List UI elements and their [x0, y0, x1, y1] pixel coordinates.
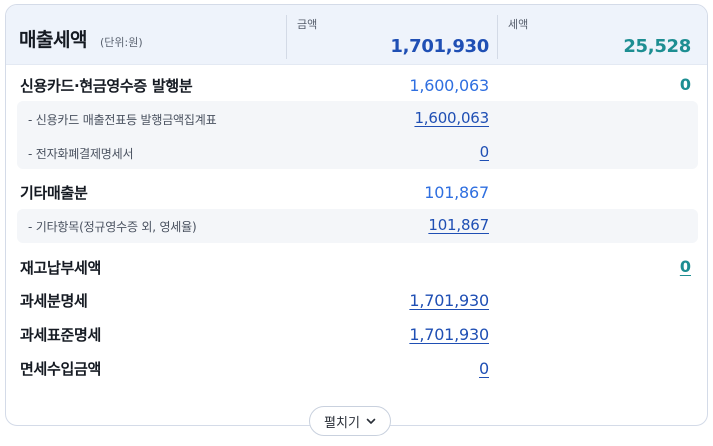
sales-tax-card: 매출세액 (단위:원) 금액 1,701,930 세액 25,528 신용카드·… [5, 4, 708, 426]
expand-button[interactable]: 펼치기 [309, 406, 391, 436]
card-header: 매출세액 (단위:원) 금액 1,701,930 세액 25,528 [6, 5, 707, 65]
card-title: 매출세액 [19, 29, 87, 51]
amount-column-label: 금액 [297, 18, 318, 31]
unit-label: (단위:원) [100, 36, 143, 49]
exempt-income-amount-link[interactable]: 0 [479, 359, 489, 378]
card-cash-amount: 1,600,063 [409, 76, 489, 95]
inventory-tax-link[interactable]: 0 [680, 257, 691, 276]
other-sub-amount-link[interactable]: 101,867 [428, 216, 489, 234]
sub-row-label-emoney: - 전자화폐결제명세서 [28, 147, 134, 161]
card-cash-tax: 0 [679, 75, 691, 94]
emoney-amount-link[interactable]: 0 [480, 143, 490, 161]
total-tax: 25,528 [623, 36, 691, 57]
tax-column-label: 세액 [508, 18, 529, 31]
card-sub-amount-link[interactable]: 1,600,063 [414, 109, 489, 127]
sub-row-label-card: - 신용카드 매출전표등 발행금액집계표 [28, 113, 217, 127]
row-label-taxable-detail: 과세분명세 [20, 292, 88, 310]
row-label-other-sales: 기타매출분 [20, 184, 88, 202]
expand-button-label: 펼치기 [324, 415, 360, 431]
row-label-standard-detail: 과세표준명세 [20, 326, 102, 344]
standard-detail-amount-link[interactable]: 1,701,930 [409, 325, 489, 344]
row-label-inventory-tax: 재고납부세액 [20, 259, 102, 277]
header-divider [497, 15, 498, 59]
header-divider [286, 15, 287, 59]
row-label-exempt-income: 면세수입금액 [20, 360, 102, 378]
sub-row-label-other: - 기타항목(정규영수증 외, 영세율) [28, 220, 197, 234]
other-sales-amount: 101,867 [424, 183, 489, 202]
row-label-card-cash: 신용카드·현금영수증 발행분 [20, 77, 193, 95]
chevron-down-icon [366, 418, 376, 424]
taxable-detail-amount-link[interactable]: 1,701,930 [409, 291, 489, 310]
total-amount: 1,701,930 [390, 36, 489, 57]
